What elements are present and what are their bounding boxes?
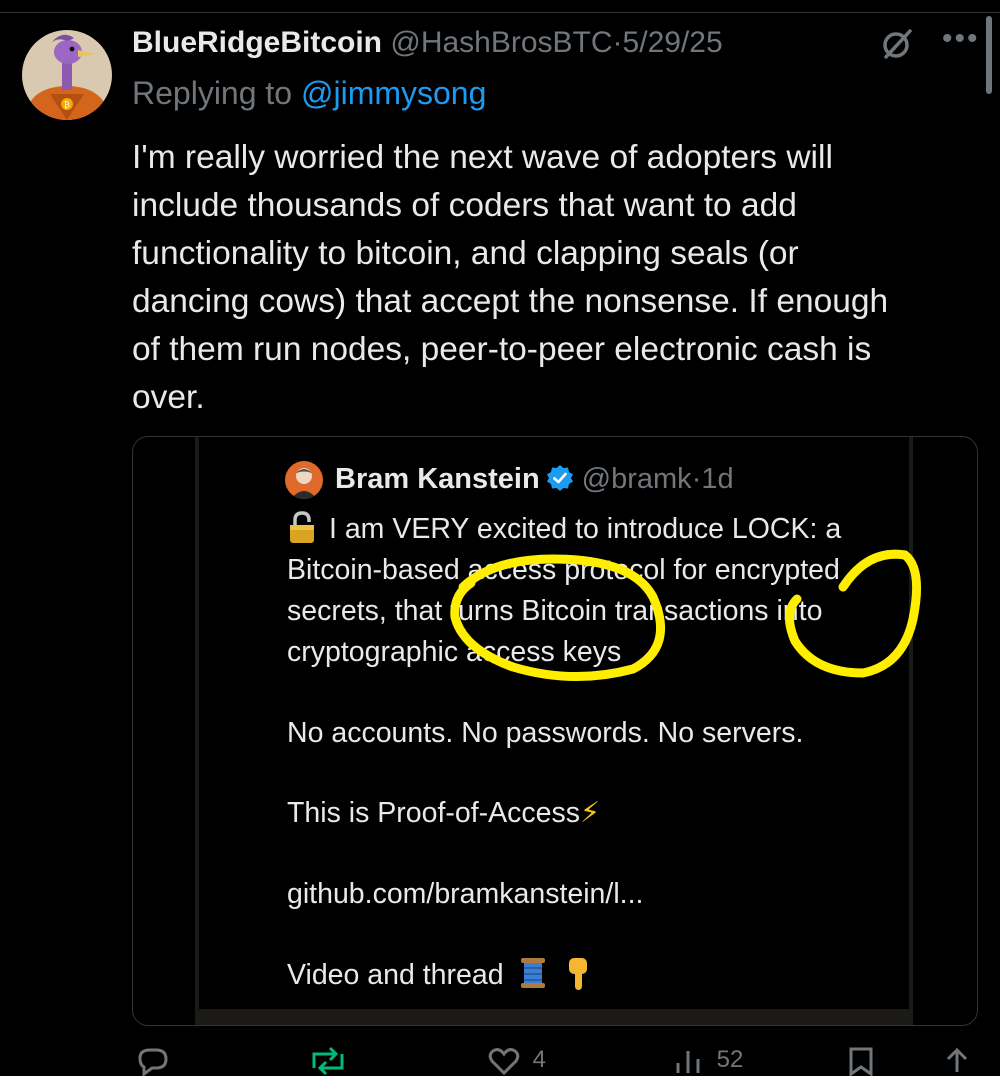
like-count: 4 — [532, 1046, 547, 1073]
quoted-media-card[interactable]: Bram Kanstein @bramk·1d I am VERY excite… — [132, 436, 978, 1026]
lightning-icon: ⚡ — [580, 796, 601, 829]
tweet-action-bar: 4 52 — [0, 1040, 1000, 1076]
bookmark-icon[interactable] — [846, 1046, 876, 1076]
tweet-date[interactable]: 5/29/25 — [623, 26, 723, 59]
heart-icon[interactable] — [488, 1047, 520, 1075]
author-display-name[interactable]: BlueRidgeBitcoin — [132, 26, 382, 59]
screenshot-bottom-strip — [199, 1009, 909, 1025]
author-avatar[interactable]: ₿ — [22, 30, 112, 120]
quoted-text: I am VERY excited to introduce LOCK: a B… — [287, 509, 887, 673]
quoted-line-no-accounts: No accounts. No passwords. No servers. — [287, 717, 804, 749]
thread-spool-icon — [520, 958, 545, 988]
quoted-separator: · — [691, 463, 702, 495]
header-separator: · — [612, 26, 623, 59]
quoted-text-body: I am VERY excited to introduce LOCK: a B… — [287, 513, 842, 668]
replying-to: Replying to @jimmysong — [132, 75, 486, 112]
verified-badge-icon — [546, 465, 573, 491]
views-action[interactable]: 52 — [672, 1046, 743, 1075]
quoted-link: github.com/bramkanstein/l... — [287, 878, 644, 910]
reply-icon[interactable] — [134, 1046, 170, 1076]
svg-text:₿: ₿ — [64, 101, 70, 110]
lock-icon — [290, 511, 314, 543]
ostrich-avatar-image: ₿ — [22, 30, 112, 120]
like-action[interactable]: 4 — [488, 1046, 546, 1075]
screenshot-left-edge — [195, 437, 199, 1025]
reply-mention-link[interactable]: @jimmysong — [301, 75, 486, 111]
more-icon[interactable]: ••• — [942, 22, 980, 56]
top-divider — [0, 12, 1000, 13]
share-icon[interactable] — [942, 1046, 972, 1076]
tweet-text: I'm really worried the next wave of adop… — [132, 139, 889, 416]
quoted-video-text: Video and thread — [287, 959, 504, 991]
views-count: 52 — [716, 1046, 744, 1073]
quoted-poa-text: This is Proof-of-Access — [287, 797, 580, 829]
tweet-header: BlueRidgeBitcoin @HashBrosBTC·5/29/25 — [132, 26, 723, 60]
grok-icon[interactable] — [880, 27, 914, 61]
quoted-line-poa: This is Proof-of-Access⚡ — [287, 793, 600, 833]
scrollbar[interactable] — [986, 16, 992, 94]
quoted-display-name: Bram Kanstein — [335, 463, 540, 495]
quoted-line-video: Video and thread — [287, 955, 593, 995]
pointing-down-icon — [569, 958, 588, 990]
quoted-header: Bram Kanstein @bramk·1d — [335, 461, 734, 497]
quoted-time: 1d — [701, 463, 734, 495]
replying-to-label: Replying to — [132, 75, 293, 111]
screenshot-right-edge — [909, 437, 913, 1025]
views-icon[interactable] — [672, 1047, 706, 1075]
author-handle[interactable]: @HashBrosBTC — [390, 26, 612, 59]
repost-icon[interactable] — [306, 1046, 350, 1076]
quoted-author-avatar — [285, 461, 323, 499]
quoted-handle: @bramk — [581, 463, 692, 495]
